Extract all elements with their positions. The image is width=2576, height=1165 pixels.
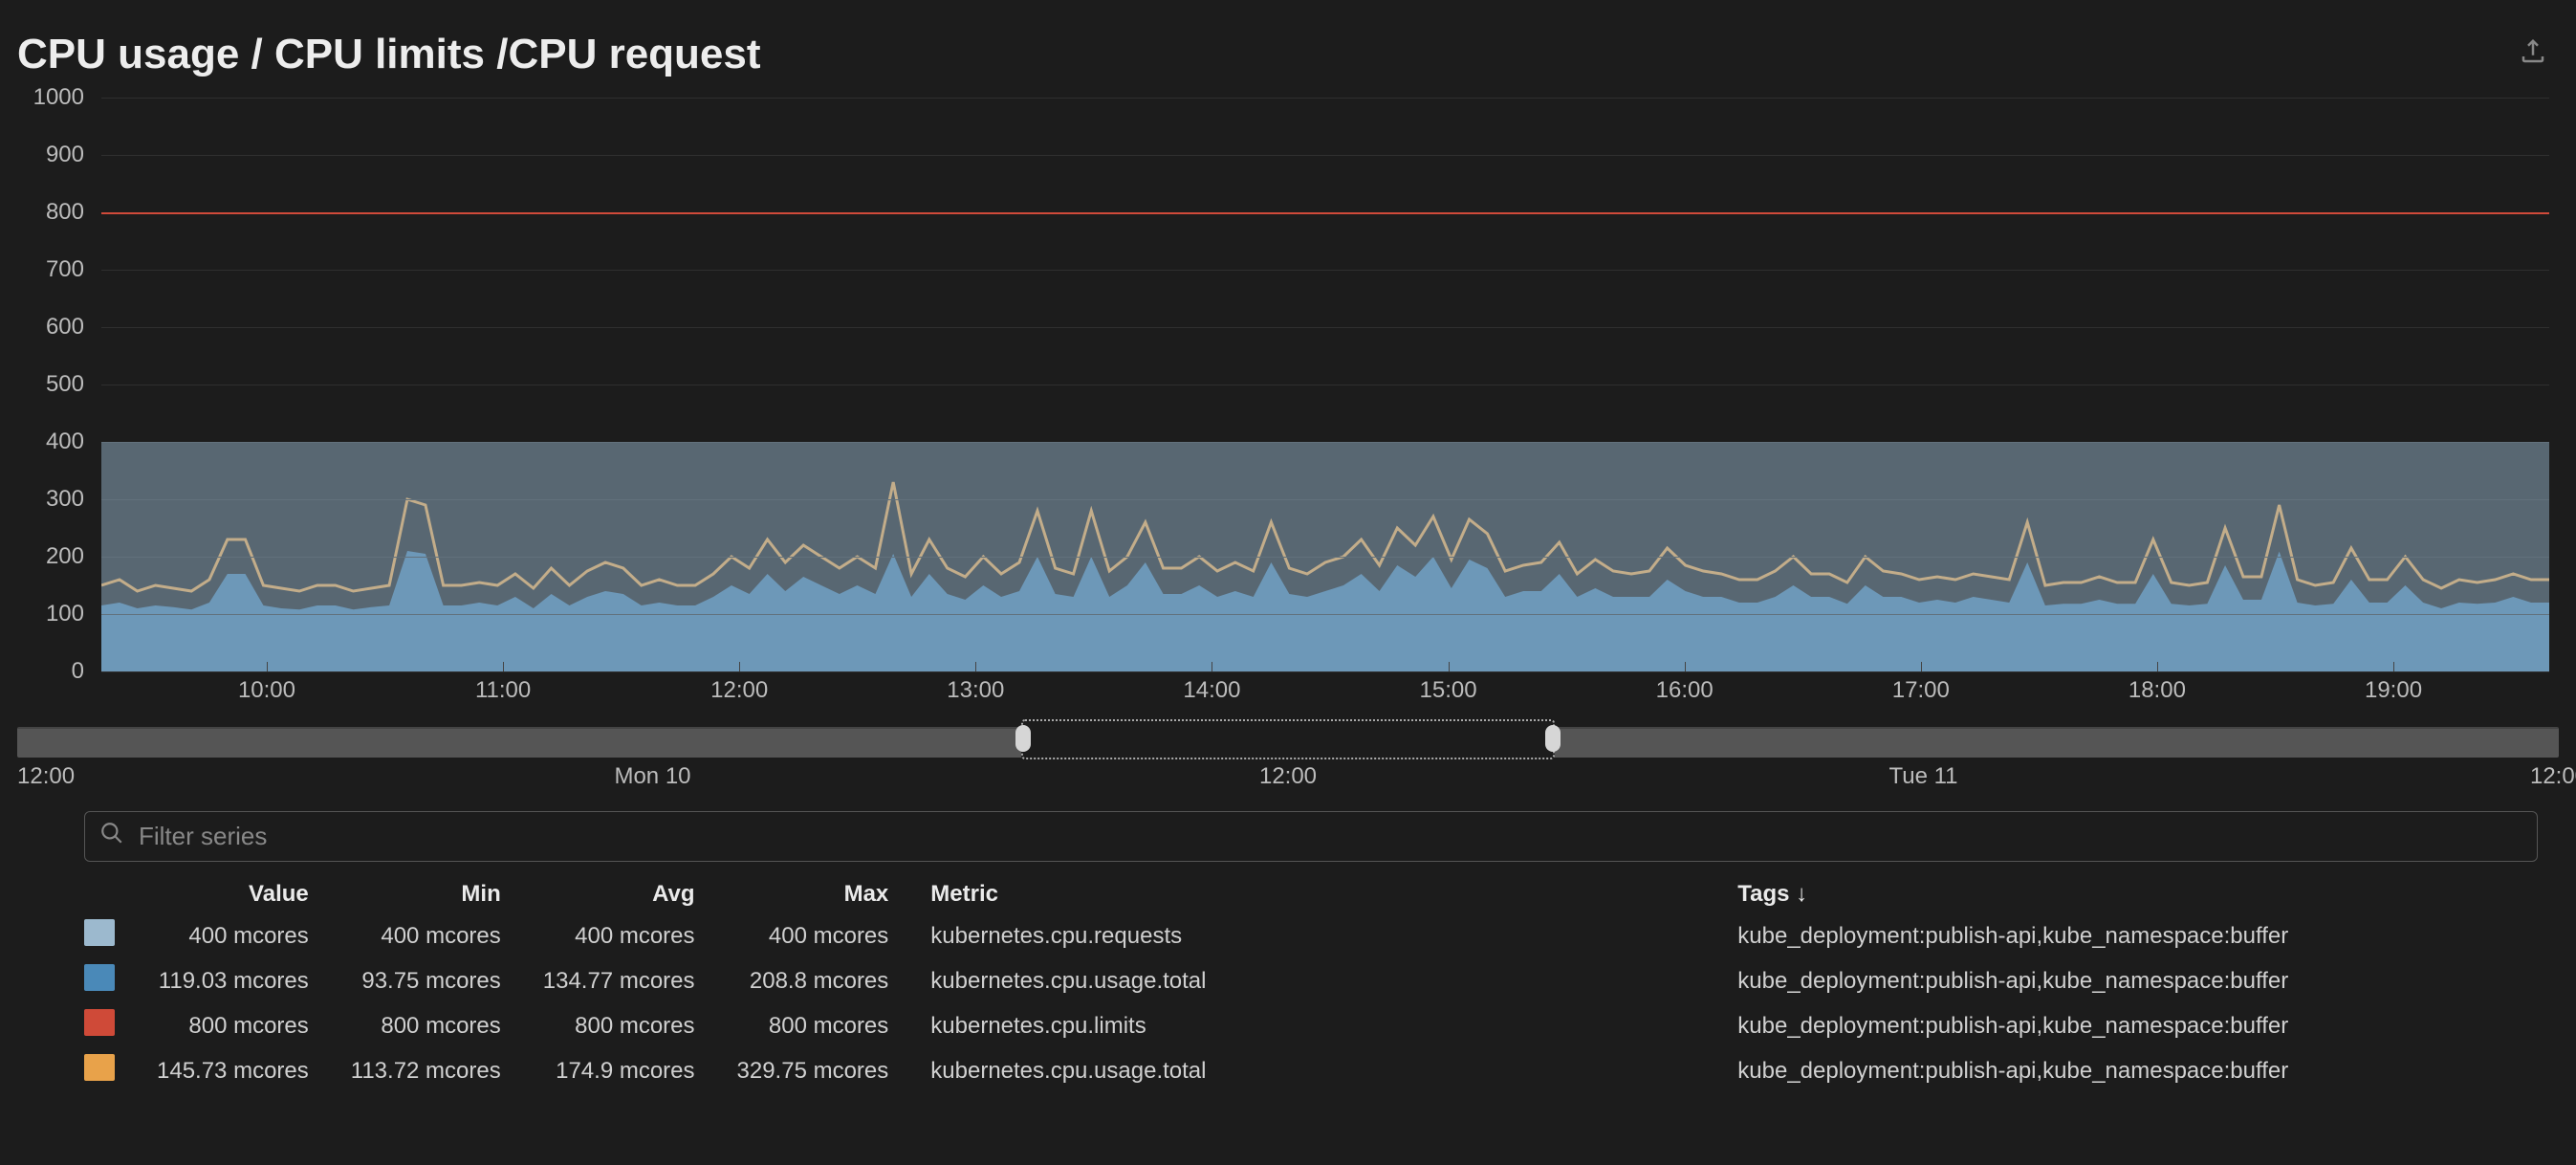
cell-min: 800 mcores xyxy=(330,1003,522,1048)
table-row[interactable]: 400 mcores400 mcores400 mcores400 mcores… xyxy=(63,913,2309,958)
col-value[interactable]: Value xyxy=(136,875,330,913)
cell-max: 400 mcores xyxy=(716,913,910,958)
cell-metric: kubernetes.cpu.limits xyxy=(909,1003,1716,1048)
cell-value: 119.03 mcores xyxy=(136,958,330,1003)
cell-metric: kubernetes.cpu.usage.total xyxy=(909,958,1716,1003)
scrubber-window[interactable] xyxy=(1021,719,1555,759)
cell-tags: kube_deployment:publish-api,kube_namespa… xyxy=(1716,1003,2309,1048)
cell-tags: kube_deployment:publish-api,kube_namespa… xyxy=(1716,958,2309,1003)
col-metric[interactable]: Metric xyxy=(909,875,1716,913)
main-chart[interactable]: 01002003004005006007008009001000 xyxy=(17,98,2559,671)
cell-min: 400 mcores xyxy=(330,913,522,958)
col-min[interactable]: Min xyxy=(330,875,522,913)
cell-max: 208.8 mcores xyxy=(716,958,910,1003)
cell-min: 93.75 mcores xyxy=(330,958,522,1003)
cell-avg: 400 mcores xyxy=(522,913,716,958)
col-max[interactable]: Max xyxy=(716,875,910,913)
cell-avg: 134.77 mcores xyxy=(522,958,716,1003)
series-color-swatch xyxy=(84,1054,115,1081)
x-axis-labels: 10:0011:0012:0013:0014:0015:0016:0017:00… xyxy=(101,671,2559,715)
series-color-swatch xyxy=(84,1009,115,1036)
col-avg[interactable]: Avg xyxy=(522,875,716,913)
cell-value: 800 mcores xyxy=(136,1003,330,1048)
table-row[interactable]: 800 mcores800 mcores800 mcores800 mcores… xyxy=(63,1003,2309,1048)
scrubber-handle-left[interactable] xyxy=(1015,725,1031,752)
cell-metric: kubernetes.cpu.requests xyxy=(909,913,1716,958)
cell-value: 145.73 mcores xyxy=(136,1048,330,1093)
series-color-swatch xyxy=(84,964,115,991)
cell-value: 400 mcores xyxy=(136,913,330,958)
filter-series-input[interactable] xyxy=(84,811,2538,862)
col-tags[interactable]: Tags ↓ xyxy=(1716,875,2309,913)
cell-tags: kube_deployment:publish-api,kube_namespa… xyxy=(1716,1048,2309,1093)
table-row[interactable]: 145.73 mcores113.72 mcores174.9 mcores32… xyxy=(63,1048,2309,1093)
cell-max: 800 mcores xyxy=(716,1003,910,1048)
cell-min: 113.72 mcores xyxy=(330,1048,522,1093)
series-color-swatch xyxy=(84,919,115,946)
scrubber-labels: 12:00Mon 1012:00Tue 1112:00 xyxy=(17,763,2559,796)
cell-avg: 174.9 mcores xyxy=(522,1048,716,1093)
scrubber-handle-right[interactable] xyxy=(1545,725,1561,752)
cell-max: 329.75 mcores xyxy=(716,1048,910,1093)
page-title: CPU usage / CPU limits /CPU request xyxy=(17,31,761,78)
cell-avg: 800 mcores xyxy=(522,1003,716,1048)
search-icon xyxy=(99,821,124,852)
cell-tags: kube_deployment:publish-api,kube_namespa… xyxy=(1716,913,2309,958)
y-axis-labels: 01002003004005006007008009001000 xyxy=(17,98,84,671)
export-icon[interactable] xyxy=(2519,37,2547,73)
table-row[interactable]: 119.03 mcores93.75 mcores134.77 mcores20… xyxy=(63,958,2309,1003)
series-table: Value Min Avg Max Metric Tags ↓ 400 mcor… xyxy=(63,875,2576,1093)
time-scrubber[interactable] xyxy=(17,727,2559,758)
cell-metric: kubernetes.cpu.usage.total xyxy=(909,1048,1716,1093)
